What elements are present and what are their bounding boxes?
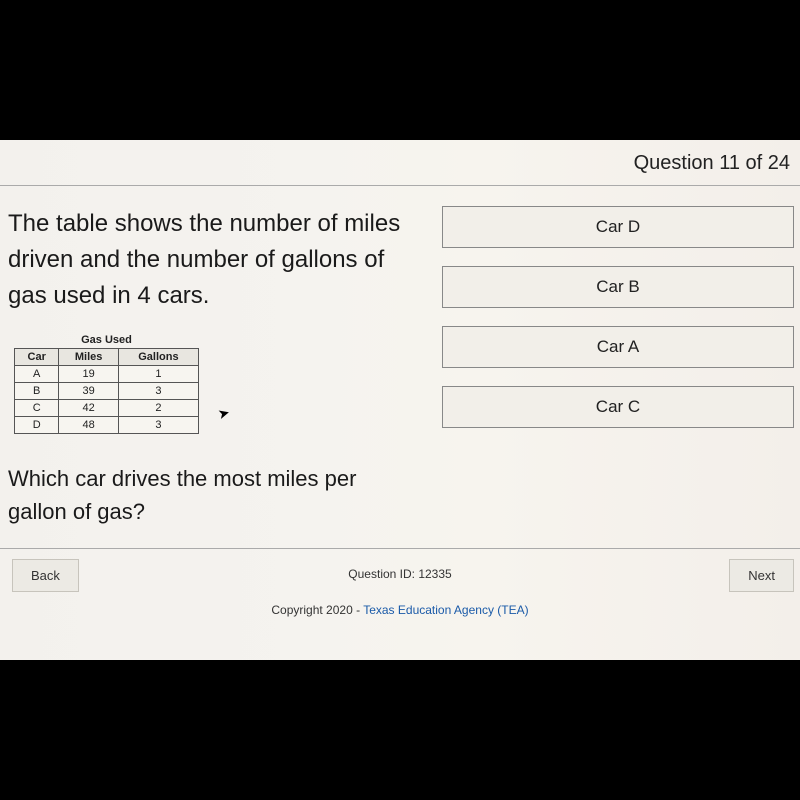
copyright-text: Copyright 2020 - Texas Education Agency … xyxy=(0,603,800,617)
question-ask-text: Which car drives the most miles per gall… xyxy=(8,462,412,528)
header-bar: Question 11 of 24 xyxy=(0,140,800,186)
col-miles: Miles xyxy=(59,349,118,366)
answer-option-c[interactable]: Car C xyxy=(442,386,794,428)
back-button[interactable]: Back xyxy=(12,559,79,592)
answer-option-b[interactable]: Car B xyxy=(442,266,794,308)
answer-option-d[interactable]: Car D xyxy=(442,206,794,248)
quiz-screen: Question 11 of 24 The table shows the nu… xyxy=(0,140,800,660)
question-counter: Question 11 of 24 xyxy=(634,152,790,174)
table-title: Gas Used xyxy=(14,334,199,346)
table-row: A 19 1 xyxy=(15,366,199,383)
col-car: Car xyxy=(15,349,59,366)
content-area: The table shows the number of miles driv… xyxy=(0,186,800,549)
answers-column: Car D Car B Car A Car C xyxy=(432,206,800,548)
data-table-wrap: Gas Used Car Miles Gallons A 19 1 xyxy=(14,334,412,434)
table-row: B 39 3 xyxy=(15,383,199,400)
question-column: The table shows the number of miles driv… xyxy=(0,206,432,548)
next-button[interactable]: Next xyxy=(729,559,794,592)
gas-used-table: Car Miles Gallons A 19 1 B 3 xyxy=(14,348,199,434)
answer-option-a[interactable]: Car A xyxy=(442,326,794,368)
footer-bar: Back Question ID: 12335 Next Copyright 2… xyxy=(0,549,800,617)
question-intro-text: The table shows the number of miles driv… xyxy=(8,206,412,314)
tea-link[interactable]: Texas Education Agency (TEA) xyxy=(363,603,528,617)
table-row: D 48 3 xyxy=(15,417,199,434)
table-row: C 42 2 xyxy=(15,400,199,417)
col-gallons: Gallons xyxy=(118,349,198,366)
question-id-label: Question ID: 12335 xyxy=(0,567,800,581)
